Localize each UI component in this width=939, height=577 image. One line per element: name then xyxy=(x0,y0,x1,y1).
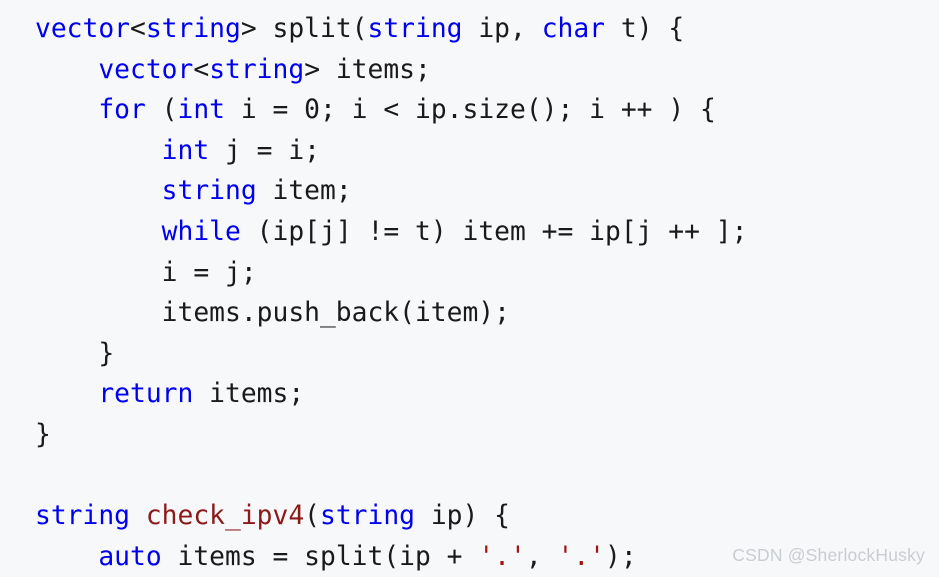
code-token-pl: i = 0; i < ip.size(); i ++ ) { xyxy=(225,95,716,126)
code-token-kw: for xyxy=(98,95,146,126)
code-token-pl: ); xyxy=(605,541,637,572)
code-token-pl: ( xyxy=(304,501,321,532)
code-screenshot-surface: vector<string> split(string ip, char t) … xyxy=(0,0,939,576)
code-token-pl: (ip[j] != t) item += ip[j ++ ]; xyxy=(240,216,748,247)
code-token-typ: vector xyxy=(35,14,130,44)
code-line: i = j; xyxy=(35,253,747,294)
code-token-pl: ( xyxy=(145,95,178,126)
code-token-fn: check_ipv4 xyxy=(145,501,305,532)
code-listing[interactable]: vector<string> split(string ip, char t) … xyxy=(35,9,747,577)
code-token-typ: string xyxy=(209,54,305,85)
code-line: vector<string> items; xyxy=(35,50,747,91)
code-token-typ: string xyxy=(161,176,257,207)
code-token-pl: } xyxy=(35,419,51,450)
code-token-pl: items; xyxy=(193,379,305,410)
csdn-watermark: CSDN @SherlockHusky xyxy=(732,545,925,565)
code-token-pl: ip, xyxy=(462,14,542,44)
code-line: items.push_back(item); xyxy=(35,293,747,334)
code-token-typ: string xyxy=(35,501,130,532)
code-line: int j = i; xyxy=(35,131,747,172)
code-token-typ: char xyxy=(541,14,606,44)
code-token-str: '.' xyxy=(557,541,606,572)
code-token-pl: } xyxy=(35,338,115,369)
code-line: ​ xyxy=(35,456,747,497)
code-token-typ: string xyxy=(320,501,416,532)
code-token-kw: while xyxy=(161,216,241,247)
code-line: while (ip[j] != t) item += ip[j ++ ]; xyxy=(35,212,748,253)
code-token-kw: auto xyxy=(98,541,162,572)
code-token-pl: > split( xyxy=(240,14,368,44)
code-line: } xyxy=(35,334,747,375)
code-token-pl: i = j; xyxy=(35,257,257,288)
code-token-pl: < xyxy=(193,54,210,85)
code-token-kw: return xyxy=(98,379,194,410)
code-token-typ: int xyxy=(177,95,226,126)
code-token-pl: < xyxy=(130,14,146,44)
code-line: auto items = split(ip + '.', '.'); xyxy=(35,537,747,577)
code-token-typ: string xyxy=(367,14,463,44)
code-token-pl: items.push_back(item); xyxy=(35,298,510,329)
code-token-pl: > items; xyxy=(304,54,431,85)
code-line: return items; xyxy=(35,374,747,415)
code-line: string check_ipv4(string ip) { xyxy=(35,496,747,537)
code-token-pl: j = i; xyxy=(209,135,320,166)
code-token-typ: int xyxy=(161,135,210,166)
code-line: vector<string> split(string ip, char t) … xyxy=(35,9,747,50)
code-token-pl: , xyxy=(525,541,558,572)
code-token-str: '.' xyxy=(478,541,526,572)
code-token-pl: items = split(ip + xyxy=(161,541,479,572)
code-token-pl: ip) { xyxy=(415,501,511,532)
code-token-pl: t) { xyxy=(605,14,685,44)
code-line: string item; xyxy=(35,171,747,212)
code-token-pl: item; xyxy=(256,176,352,207)
code-token-typ: string xyxy=(145,14,241,44)
code-line: for (int i = 0; i < ip.size(); i ++ ) { xyxy=(35,90,747,131)
code-token-typ: vector xyxy=(98,54,194,85)
code-line: } xyxy=(35,415,747,456)
